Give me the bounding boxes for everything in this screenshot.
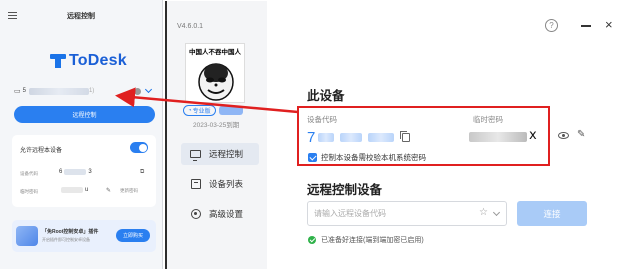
promo-illustration-icon — [16, 226, 38, 246]
help-icon[interactable]: ? — [545, 19, 558, 32]
mobile-pwd-value: u — [59, 187, 88, 193]
minimize-button[interactable] — [581, 25, 591, 27]
expiry-date: 2023-03-25到期 — [193, 122, 240, 129]
edit-icon[interactable]: ✎ — [106, 187, 111, 194]
buy-now-button[interactable]: 立即购买 — [116, 229, 150, 242]
edit-icon[interactable]: ✎ — [577, 129, 585, 140]
device-suffix: 1) — [88, 88, 95, 94]
phone-device-icon: ▭ — [14, 88, 21, 95]
allow-remote-card: 允许远程本设备 设备代码 6 3 ⧉ 临时密码 u ✎ 更新密码 — [12, 135, 156, 207]
remote-code-input[interactable] — [308, 202, 468, 225]
star-icon[interactable]: ☆ — [479, 207, 488, 218]
status-dot-icon — [134, 87, 141, 95]
mobile-code-end: 3 — [88, 169, 92, 175]
sidebar: V4.6.0.1 中国人不吞中国人 ◔ 专业版 2023-03-25到期 远程控制… — [167, 1, 267, 269]
mobile-pwd-label: 临时密码 — [20, 189, 38, 194]
copy-icon[interactable]: ⧉ — [140, 169, 144, 176]
nav-advanced-settings[interactable]: 高级设置 — [181, 203, 259, 225]
todesk-logo: ToDesk — [50, 52, 127, 70]
annotation-highlight-box — [297, 106, 550, 166]
logo-text: ToDesk — [69, 52, 127, 69]
meme-face-icon — [198, 63, 234, 101]
gear-icon — [190, 209, 201, 220]
chevron-down-icon[interactable] — [144, 85, 153, 94]
close-button[interactable]: × — [605, 18, 613, 31]
allow-remote-toggle[interactable] — [130, 142, 148, 153]
nav-label: 设备列表 — [209, 179, 244, 189]
eye-icon[interactable] — [558, 132, 569, 139]
device-name-redacted — [28, 87, 89, 95]
connection-status: 已准备好连接(端到端加密已启用) — [308, 235, 424, 245]
allow-remote-label: 允许远程本设备 — [20, 148, 63, 154]
todesk-logo-icon — [50, 54, 66, 68]
promo-subtitle: 开启插件即可控制安卓设备 — [42, 237, 90, 242]
promo-title: 「免Root控制安卓」插件 — [42, 229, 99, 235]
mobile-title: 远程控制 — [67, 13, 95, 20]
device-prefix: 5 — [22, 88, 26, 94]
remote-code-field[interactable]: ☆ — [307, 201, 507, 226]
promo-banner[interactable]: 「免Root控制安卓」插件 开启插件即可控制安卓设备 立即购买 — [12, 220, 156, 252]
todesk-desktop-window: V4.6.0.1 中国人不吞中国人 ◔ 专业版 2023-03-25到期 远程控制… — [165, 1, 640, 269]
membership-badge-row: ◔ 专业版 — [183, 105, 243, 116]
connect-button[interactable]: 连接 — [517, 201, 587, 226]
device-selector[interactable]: ▭ 5 1) — [14, 84, 154, 98]
nav-remote-control[interactable]: 远程控制 — [181, 143, 259, 165]
membership-tag — [218, 106, 243, 115]
nav-device-list[interactable]: 设备列表 — [181, 173, 259, 195]
version-label: V4.6.0.1 — [177, 23, 204, 30]
mobile-code-start: 6 — [59, 169, 63, 175]
mobile-remote-control-button[interactable]: 远程控制 — [14, 106, 155, 123]
check-circle-icon — [308, 236, 316, 244]
mobile-code-value: 6 3 — [59, 169, 92, 175]
mobile-app-panel: 远程控制 ToDesk ▭ 5 1) 远程控制 允许远程本设备 设备代码 6 3… — [0, 0, 163, 269]
update-password-link[interactable]: 更新密码 — [120, 188, 138, 194]
chevron-down-icon[interactable] — [492, 208, 501, 217]
this-device-title: 此设备 — [307, 89, 345, 103]
membership-badge: ◔ 专业版 — [183, 105, 216, 116]
avatar[interactable]: 中国人不吞中国人 — [185, 43, 245, 103]
nav-label: 远程控制 — [209, 149, 244, 159]
monitor-icon — [190, 149, 201, 161]
mobile-pwd-end: u — [85, 187, 89, 193]
nav-label: 高级设置 — [209, 209, 244, 219]
mobile-code-label: 设备代码 — [20, 171, 38, 176]
remote-control-title: 远程控制设备 — [307, 183, 383, 197]
device-list-icon — [190, 179, 201, 190]
status-text: 已准备好连接(端到端加密已启用) — [321, 237, 424, 244]
